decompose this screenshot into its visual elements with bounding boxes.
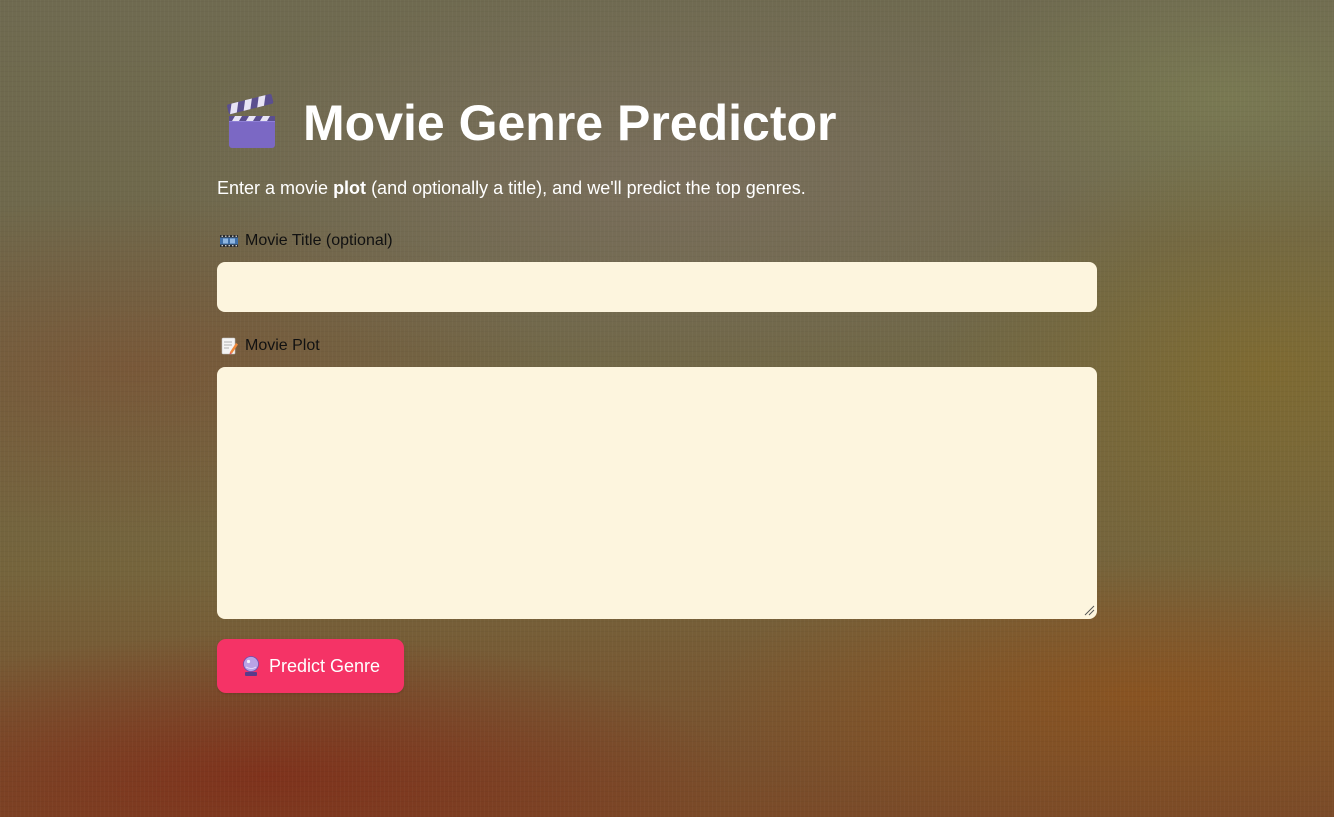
- movie-title-label: Movie Title (optional): [219, 232, 393, 250]
- clapper-board-icon: [227, 94, 275, 148]
- intro-text-after: (and optionally a title), and we'll pred…: [366, 178, 806, 198]
- intro-text-before: Enter a movie: [217, 178, 334, 198]
- movie-plot-label-text: Movie Plot: [245, 337, 320, 354]
- predict-genre-button-label: Predict Genre: [268, 655, 381, 676]
- movie-title-label-text: Movie Title (optional): [245, 232, 393, 249]
- intro-text: Enter a movie plot (and optionally a tit…: [217, 178, 806, 199]
- predict-genre-button[interactable]: Predict Genre: [217, 639, 404, 693]
- memo-icon: [221, 337, 238, 355]
- movie-plot-textarea[interactable]: [217, 367, 1097, 619]
- page-title: Movie Genre Predictor: [303, 95, 837, 151]
- movie-title-input[interactable]: [217, 262, 1097, 312]
- resize-handle-icon[interactable]: [1083, 604, 1095, 616]
- crystal-ball-icon: [243, 656, 259, 676]
- movie-plot-label: Movie Plot: [219, 337, 320, 355]
- page-header: Movie Genre Predictor: [225, 88, 837, 158]
- intro-text-bold: plot: [333, 178, 367, 198]
- film-frames-icon: [220, 235, 238, 247]
